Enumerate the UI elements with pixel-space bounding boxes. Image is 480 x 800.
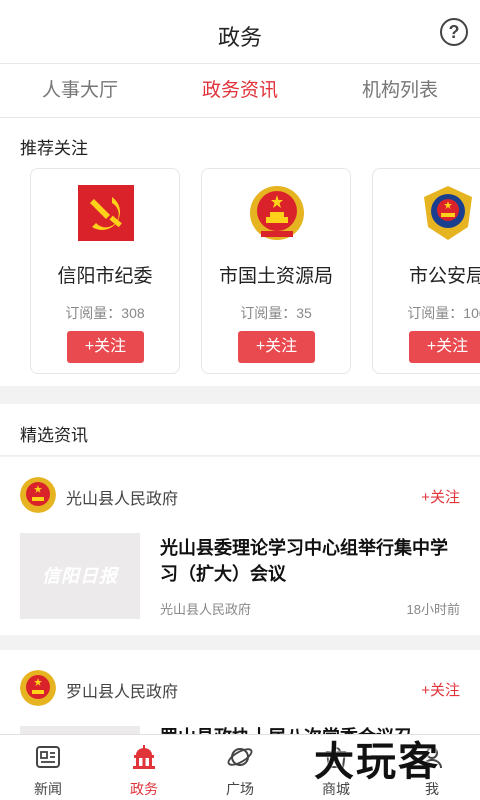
card-name: 信阳市纪委 — [57, 266, 153, 287]
news-card-header: 光山县人民政府 +关注 — [0, 457, 480, 533]
news-card[interactable]: 罗山县人民政府 +关注 罗山县政协十届八次常委会议召 — [0, 650, 480, 734]
tab-personnel-hall[interactable]: 人事大厅 — [0, 64, 160, 117]
tab-agency-list[interactable]: 机构列表 — [320, 64, 480, 117]
follow-button[interactable]: +关注 — [421, 486, 460, 507]
recommend-card[interactable]: 信阳市纪委 订阅量：308 +关注 — [30, 168, 180, 374]
news-thumbnail[interactable] — [20, 726, 140, 734]
follow-button[interactable]: +关注 — [238, 331, 315, 363]
card-name: 市公安局 — [408, 266, 480, 287]
national-emblem-icon — [250, 186, 304, 240]
party-emblem-icon — [78, 185, 134, 241]
recommend-card[interactable]: 市公安局 订阅量：100 +关注 — [372, 168, 480, 374]
section-title-featured: 精选资讯 — [20, 426, 88, 445]
nav-news[interactable]: 新闻 — [0, 735, 96, 800]
top-bar: 政务 ? — [0, 0, 480, 64]
news-headline[interactable]: 罗山县政协十届八次常委会议召 — [160, 724, 460, 734]
card-name: 市国土资源局 — [218, 266, 333, 287]
news-headline[interactable]: 光山县委理论学习中心组举行集中学习（扩大）会议 — [160, 535, 460, 587]
recommend-card[interactable]: 市国土资源局 订阅量：35 +关注 — [201, 168, 351, 374]
org-name[interactable]: 光山县人民政府 — [66, 485, 178, 509]
news-card-header: 罗山县人民政府 +关注 — [0, 650, 480, 726]
news-thumbnail[interactable]: 信阳日报 — [20, 533, 140, 619]
news-source: 光山县人民政府 — [160, 602, 252, 617]
card-subscribers: 订阅量：35 — [240, 305, 312, 321]
tab-government-news[interactable]: 政务资讯 — [160, 64, 320, 117]
nav-label: 政务 — [130, 781, 158, 797]
newspaper-icon — [36, 746, 60, 768]
watermark-text: 大玩客 — [314, 740, 440, 784]
featured-news-header: 精选资讯 — [0, 404, 480, 456]
card-subscribers: 订阅量：308 — [65, 305, 145, 321]
police-emblem-icon — [424, 186, 472, 240]
nav-square[interactable]: 广场 — [192, 735, 288, 800]
news-card[interactable]: 光山县人民政府 +关注 信阳日报 光山县委理论学习中心组举行集中学习（扩大）会议… — [0, 457, 480, 635]
follow-button[interactable]: +关注 — [67, 331, 144, 363]
nav-label: 广场 — [226, 781, 254, 797]
tab-bar: 人事大厅 政务资讯 机构列表 — [0, 64, 480, 118]
question-icon[interactable]: ? — [440, 18, 468, 46]
org-name[interactable]: 罗山县人民政府 — [66, 678, 178, 702]
watermark: 大玩客 — [314, 736, 464, 792]
recommended-section: 推荐关注 信阳市纪委 订阅量：308 +关注 市国土资源局 订阅量：35 +关注 — [0, 118, 480, 386]
page-title: 政务 — [217, 25, 262, 50]
planet-icon — [227, 748, 253, 766]
national-emblem-icon — [20, 477, 56, 513]
national-emblem-icon — [20, 670, 56, 706]
government-building-icon — [133, 745, 155, 769]
nav-label: 新闻 — [34, 781, 62, 797]
nav-government[interactable]: 政务 — [96, 735, 192, 800]
follow-button[interactable]: +关注 — [409, 331, 480, 363]
card-subscribers: 订阅量：100 — [407, 305, 480, 321]
follow-button[interactable]: +关注 — [421, 679, 460, 700]
section-title-recommended: 推荐关注 — [20, 139, 88, 158]
news-time: 18小时前 — [406, 602, 460, 617]
